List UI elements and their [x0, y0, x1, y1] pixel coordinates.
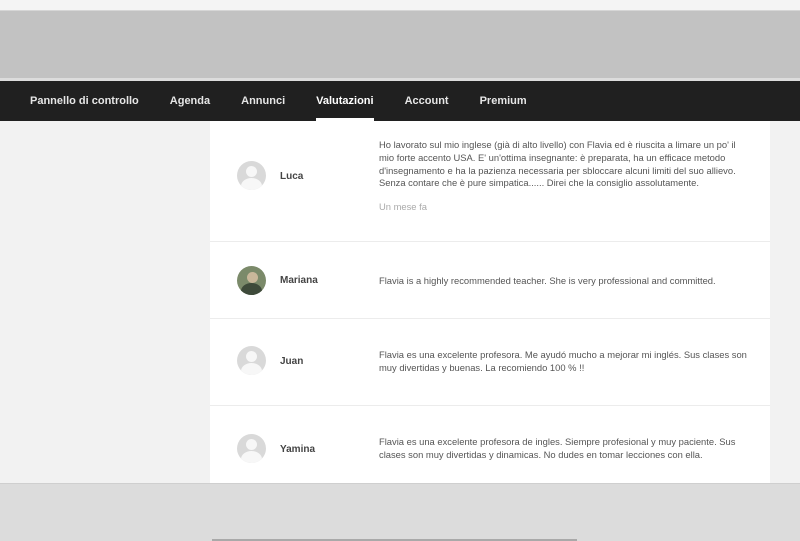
photo-avatar: [237, 266, 266, 295]
top-strip: [0, 0, 800, 11]
nav-item-pannello-di-controllo[interactable]: Pannello di controllo: [30, 81, 139, 121]
review-text: Ho lavorato sul mio inglese (già di alto…: [379, 139, 736, 189]
review-item: Luca Ho lavorato sul mio inglese (già di…: [210, 121, 770, 242]
default-avatar-icon: [237, 346, 266, 375]
nav-item-annunci[interactable]: Annunci: [241, 81, 285, 121]
nav-item-valutazioni[interactable]: Valutazioni: [316, 81, 375, 121]
review-time: Un mese fa: [379, 201, 427, 212]
reviewer-name: Juan: [280, 356, 304, 367]
review-item: Mariana Flavia is a highly recommended t…: [210, 243, 770, 319]
review-text: Flavia is a highly recommended teacher. …: [379, 275, 716, 286]
reviewer-name: Mariana: [280, 275, 318, 286]
nav-item-account[interactable]: Account: [405, 81, 449, 121]
nav-item-agenda[interactable]: Agenda: [170, 81, 210, 121]
review-item: Yamina Flavia es una excelente profesora…: [210, 407, 770, 483]
review-text: Flavia es una excelente profesora de ing…: [379, 436, 736, 460]
footer: [0, 483, 800, 541]
header-banner: [0, 11, 800, 78]
main-navigation: Pannello di controllo Agenda Annunci Val…: [0, 81, 800, 121]
reviewer-name: Yamina: [280, 444, 316, 455]
default-avatar-icon: [237, 434, 266, 463]
reviews-list: Luca Ho lavorato sul mio inglese (già di…: [210, 121, 770, 483]
nav-item-premium[interactable]: Premium: [480, 81, 527, 121]
default-avatar-icon: [237, 161, 266, 190]
review-item: Juan Flavia es una excelente profesora. …: [210, 320, 770, 406]
review-text: Flavia es una excelente profesora. Me ay…: [379, 349, 747, 373]
reviewer-name: Luca: [280, 171, 304, 182]
